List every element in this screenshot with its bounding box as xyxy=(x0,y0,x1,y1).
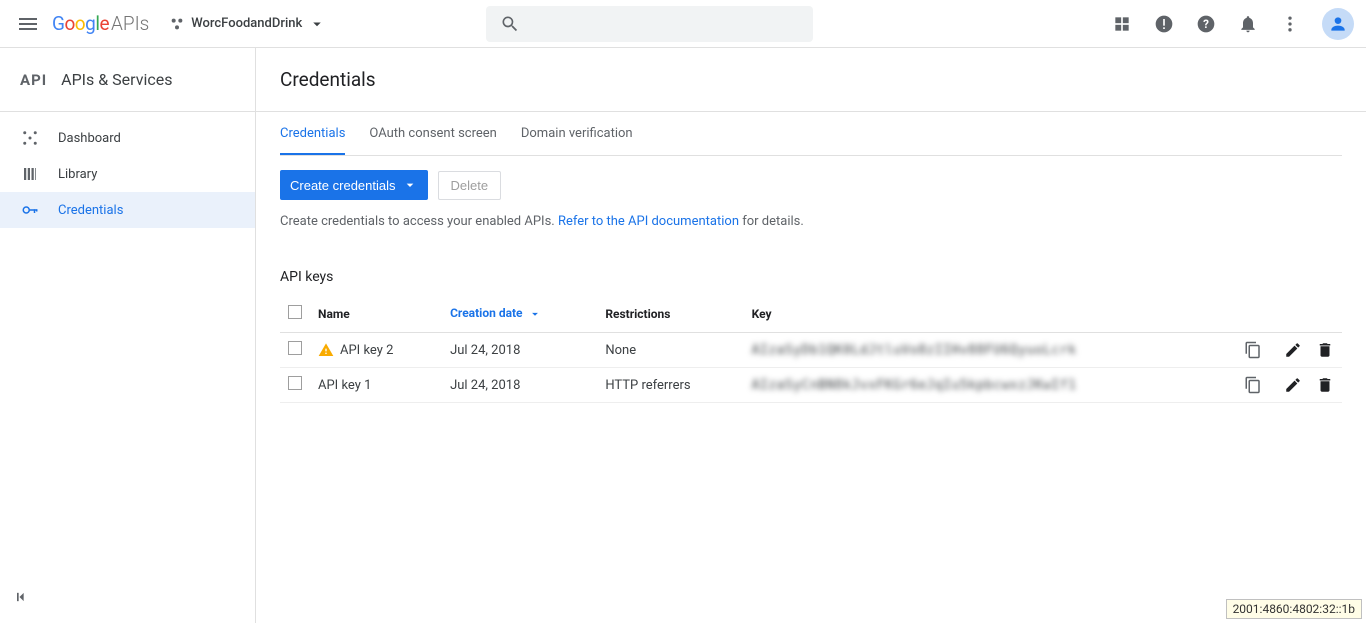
key-value: AIzaSyCnBN8kJvxFKGr6eJqIu5kpbcwxzJKwIf1 xyxy=(752,378,1077,393)
key-name[interactable]: API key 2 xyxy=(340,343,393,358)
sort-down-icon xyxy=(528,307,542,321)
google-logo-text: Google xyxy=(52,12,109,35)
key-creation: Jul 24, 2018 xyxy=(442,333,597,368)
tab-oauth-consent[interactable]: OAuth consent screen xyxy=(369,112,496,155)
delete-icon[interactable] xyxy=(1316,376,1334,394)
key-creation: Jul 24, 2018 xyxy=(442,368,597,403)
collapse-sidebar-icon[interactable] xyxy=(12,587,243,607)
help-icon[interactable]: ? xyxy=(1196,14,1216,34)
key-icon xyxy=(20,200,40,220)
top-bar: Google APIs WorcFoodandDrink ? xyxy=(0,0,1366,48)
key-restrictions: HTTP referrers xyxy=(597,368,743,403)
more-icon[interactable] xyxy=(1280,14,1300,34)
dropdown-icon xyxy=(308,15,326,33)
edit-icon[interactable] xyxy=(1284,341,1302,359)
google-apis-logo[interactable]: Google APIs xyxy=(52,12,149,35)
col-creation-date[interactable]: Creation date xyxy=(442,295,597,333)
edit-icon[interactable] xyxy=(1284,376,1302,394)
sidebar-item-dashboard[interactable]: Dashboard xyxy=(0,120,255,156)
svg-text:?: ? xyxy=(1203,17,1209,31)
copy-icon[interactable] xyxy=(1244,341,1264,359)
library-icon xyxy=(20,164,40,184)
col-name[interactable]: Name xyxy=(310,295,442,333)
api-doc-link[interactable]: Refer to the API documentation xyxy=(558,214,739,229)
help-pre: Create credentials to access your enable… xyxy=(280,214,558,229)
col-creation-label: Creation date xyxy=(450,306,522,320)
delete-icon[interactable] xyxy=(1316,341,1334,359)
search-icon xyxy=(500,14,520,34)
project-picker[interactable]: WorcFoodandDrink xyxy=(169,15,326,33)
row-checkbox[interactable] xyxy=(288,341,302,355)
key-value: AIzaSyDb1QK0LdJtluVo8zIIHv88FU6QyuoLcrk xyxy=(752,343,1077,358)
copy-icon[interactable] xyxy=(1244,376,1264,394)
tab-domain-verification[interactable]: Domain verification xyxy=(521,112,633,155)
gift-icon[interactable] xyxy=(1112,14,1132,34)
create-credentials-button[interactable]: Create credentials xyxy=(280,170,428,200)
sidebar-item-label: Credentials xyxy=(58,203,123,218)
page-title: Credentials xyxy=(280,68,376,91)
api-keys-title: API keys xyxy=(280,269,1342,285)
sidebar-item-label: Dashboard xyxy=(58,131,121,146)
key-name[interactable]: API key 1 xyxy=(318,378,371,393)
menu-icon[interactable] xyxy=(16,12,40,36)
search-box[interactable] xyxy=(486,6,813,42)
project-icon xyxy=(169,16,185,32)
sidebar: API APIs & Services Dashboard Library xyxy=(0,48,256,623)
sidebar-item-library[interactable]: Library xyxy=(0,156,255,192)
help-post: for details. xyxy=(739,214,804,229)
dashboard-icon xyxy=(20,128,40,148)
dropdown-icon xyxy=(402,177,418,193)
project-name: WorcFoodandDrink xyxy=(191,16,302,31)
api-logo-icon: API xyxy=(20,71,47,89)
help-text: Create credentials to access your enable… xyxy=(280,214,1342,229)
warning-icon xyxy=(318,342,334,358)
delete-button[interactable]: Delete xyxy=(438,171,502,200)
api-keys-table: Name Creation date Restrictions Key xyxy=(280,295,1342,403)
account-avatar[interactable] xyxy=(1322,8,1354,40)
sidebar-section-title: APIs & Services xyxy=(61,70,172,89)
row-checkbox[interactable] xyxy=(288,376,302,390)
sidebar-header[interactable]: API APIs & Services xyxy=(0,48,255,112)
select-all-checkbox[interactable] xyxy=(288,305,302,319)
apis-logo-text: APIs xyxy=(111,12,149,35)
button-label: Create credentials xyxy=(290,178,396,193)
ip-badge: 2001:4860:4802:32::1b xyxy=(1226,599,1362,619)
main-content: Credentials Credentials OAuth consent sc… xyxy=(256,48,1366,623)
top-icons: ? xyxy=(1112,14,1300,34)
tab-bar: Credentials OAuth consent screen Domain … xyxy=(280,112,1342,156)
col-key[interactable]: Key xyxy=(744,295,1236,333)
table-row: API key 1 Jul 24, 2018 HTTP referrers AI… xyxy=(280,368,1342,403)
key-restrictions: None xyxy=(597,333,743,368)
page-header: Credentials xyxy=(256,48,1366,112)
sidebar-item-credentials[interactable]: Credentials xyxy=(0,192,255,228)
notifications-icon[interactable] xyxy=(1238,14,1258,34)
table-row: API key 2 Jul 24, 2018 None AIzaSyDb1QK0… xyxy=(280,333,1342,368)
sidebar-item-label: Library xyxy=(58,167,97,182)
report-icon[interactable] xyxy=(1154,14,1174,34)
col-restrictions[interactable]: Restrictions xyxy=(597,295,743,333)
tab-credentials[interactable]: Credentials xyxy=(280,112,345,155)
